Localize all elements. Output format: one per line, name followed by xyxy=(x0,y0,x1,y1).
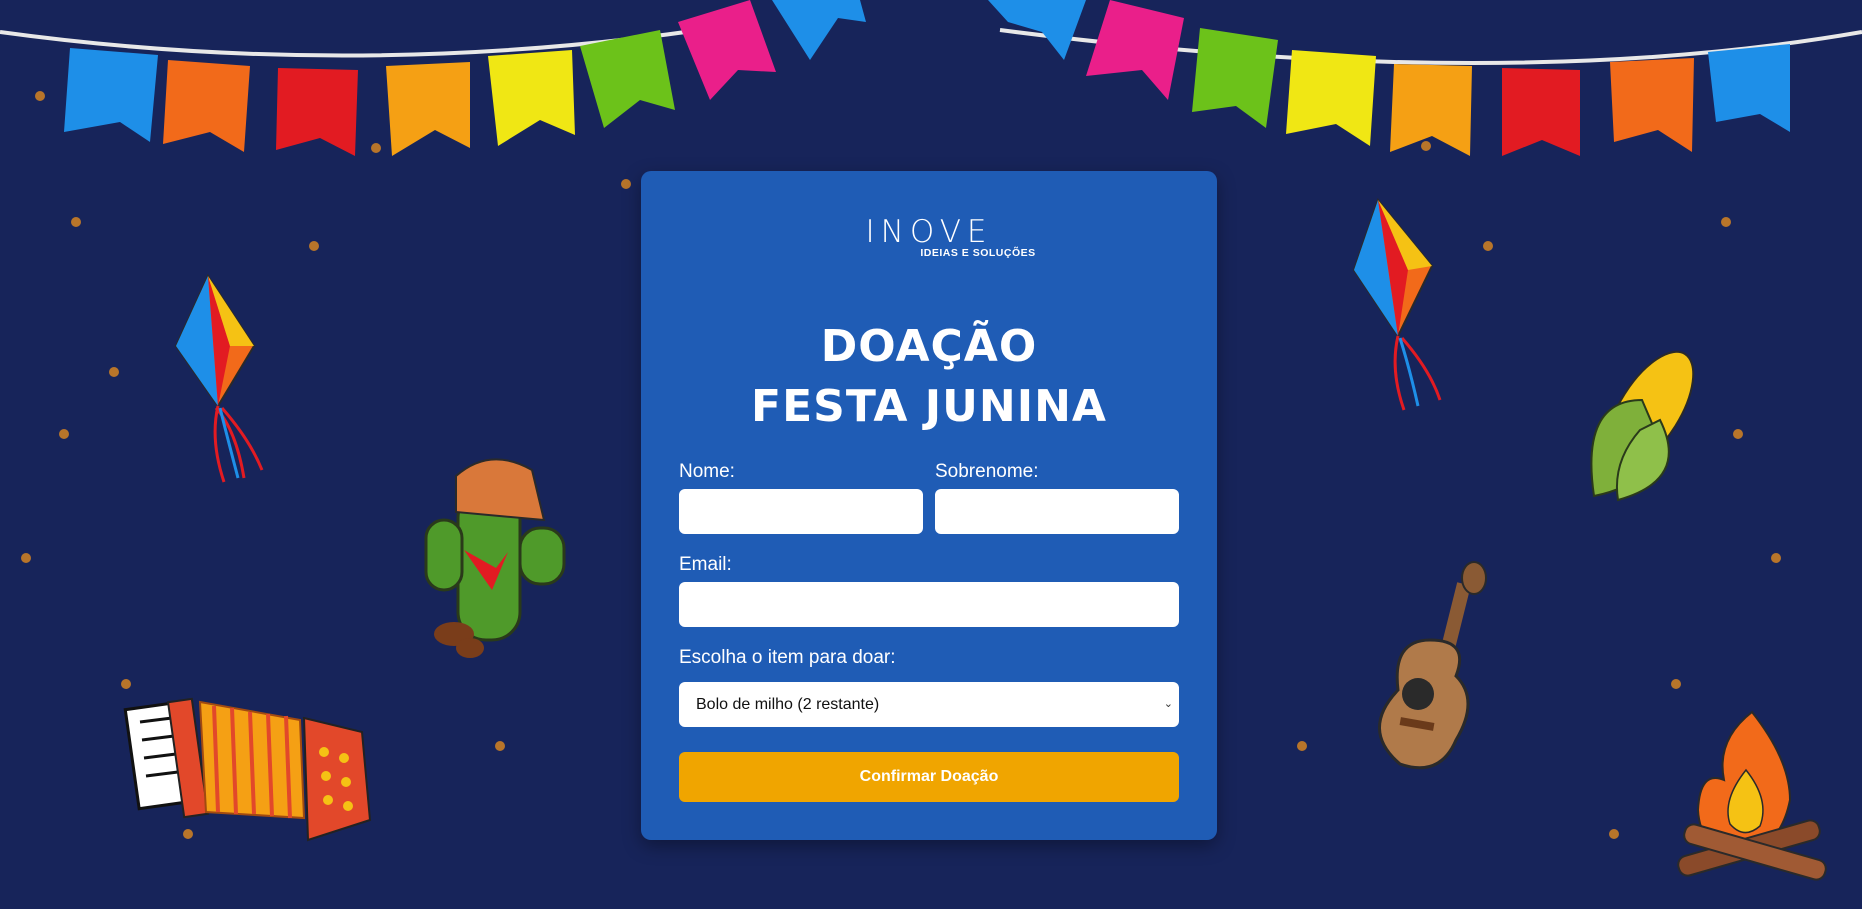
title-line-1: Doação xyxy=(820,321,1038,372)
first-name-label: Nome: xyxy=(679,461,735,482)
email-input[interactable] xyxy=(679,582,1179,627)
paper-lantern-right xyxy=(1352,197,1442,411)
last-name-input[interactable] xyxy=(935,489,1179,534)
first-name-input[interactable] xyxy=(679,489,923,534)
accordion-illustration xyxy=(123,697,372,842)
title-line-2: Festa Junina xyxy=(751,381,1107,432)
bunting-flags-right xyxy=(988,0,1790,156)
chevron-down-icon: ⌄ xyxy=(1163,698,1173,710)
cactus-illustration xyxy=(424,458,566,658)
confirm-donation-button[interactable]: Confirmar Doação xyxy=(679,752,1179,802)
logo-wordmark: INOVE xyxy=(865,214,993,250)
donation-item-label: Escolha o item para doar: xyxy=(679,647,896,668)
bonfire-illustration xyxy=(1677,710,1827,881)
bunting-flags-left xyxy=(64,0,866,156)
donation-form-card: INOVE IDEIAS E SOLUÇÕES Doação Festa Jun… xyxy=(641,171,1217,840)
email-label: Email: xyxy=(679,554,732,575)
paper-lantern-left xyxy=(174,273,264,483)
donation-item-select[interactable]: Bolo de milho (2 restante) ⌄ xyxy=(679,682,1179,727)
brand-logo: INOVE IDEIAS E SOLUÇÕES xyxy=(641,214,1217,260)
donation-item-selected-value: Bolo de milho (2 restante) xyxy=(696,695,880,713)
page-title: Doação Festa Junina xyxy=(641,317,1217,437)
last-name-label: Sobrenome: xyxy=(935,461,1039,482)
corn-illustration xyxy=(1590,350,1695,502)
guitar-illustration xyxy=(1378,561,1487,770)
logo-tagline: IDEIAS E SOLUÇÕES xyxy=(920,247,1036,259)
